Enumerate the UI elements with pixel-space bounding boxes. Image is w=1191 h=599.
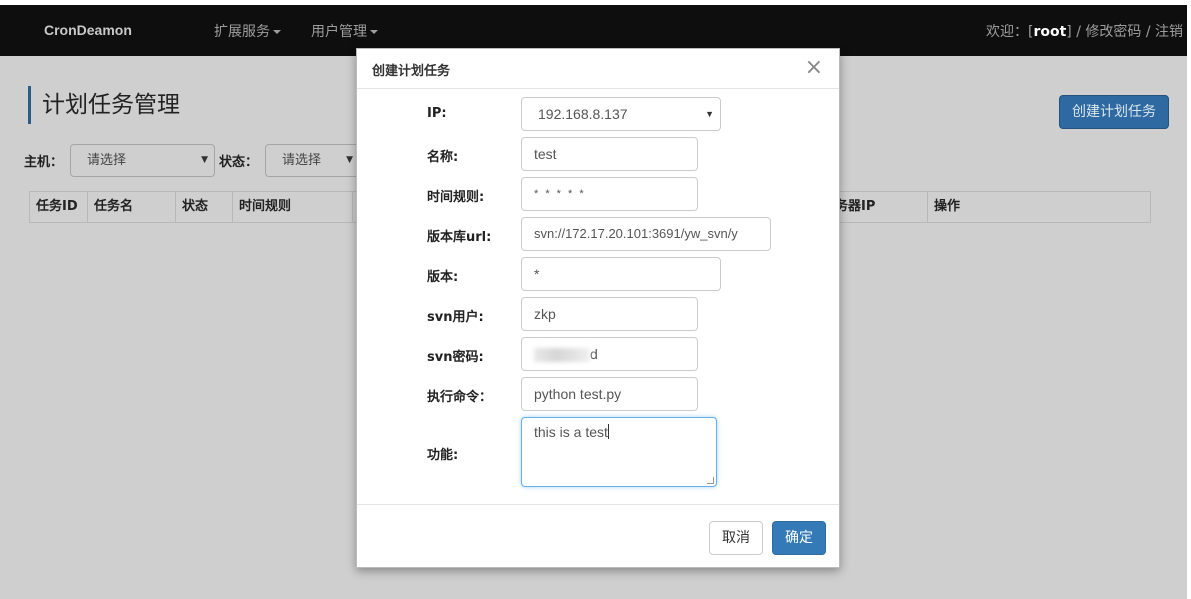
repo-url-input[interactable]: svn://172.17.20.101:3691/yw_svn/y	[521, 217, 771, 251]
version-label: 版本:	[427, 270, 459, 285]
repo-url-label: 版本库url:	[427, 230, 492, 245]
svn-password-label: svn密码:	[427, 350, 484, 365]
nav-extension-services[interactable]: 扩展服务	[214, 21, 281, 41]
column-header-task-name: 任务名	[88, 192, 176, 222]
column-header-server-ip: 务器IP	[835, 192, 928, 222]
svn-user-input[interactable]: zkp	[521, 297, 698, 331]
dialog-header: 创建计划任务 ×	[357, 49, 839, 89]
caret-down-icon	[273, 30, 281, 34]
create-task-dialog: 创建计划任务 × IP: 192.168.8.137 ▼ 名称: test 时间…	[356, 48, 840, 568]
separator: /	[1071, 24, 1086, 40]
function-textarea-value: this is a test	[534, 424, 608, 440]
cron-input[interactable]: * * * * *	[521, 177, 698, 211]
user-greeting: 欢迎：[root] / 修改密码 / 注销	[986, 21, 1183, 41]
dropdown-arrow-icon: ▼	[705, 109, 714, 119]
column-header-task-id: 任务ID	[30, 192, 88, 222]
cancel-button[interactable]: 取消	[709, 521, 763, 555]
host-filter-select[interactable]: 请选择 ▼	[70, 144, 215, 177]
cron-label: 时间规则:	[427, 190, 485, 205]
svn-password-input[interactable]: d	[521, 337, 698, 371]
dropdown-arrow-icon: ▼	[346, 155, 353, 165]
text-cursor	[607, 424, 609, 439]
name-label: 名称:	[427, 150, 459, 165]
column-header-status: 状态	[176, 192, 233, 222]
page-title: 计划任务管理	[28, 86, 180, 124]
logout-link[interactable]: 注销	[1155, 24, 1183, 40]
status-filter-select[interactable]: 请选择 ▼	[265, 144, 360, 177]
function-textarea[interactable]: this is a test	[521, 417, 717, 487]
welcome-prefix: 欢迎：[	[985, 24, 1034, 40]
ip-select-value: 192.168.8.137	[538, 106, 628, 122]
dialog-title: 创建计划任务	[372, 64, 451, 79]
dialog-footer: 取消 确定	[357, 504, 839, 568]
username: root	[1033, 24, 1067, 40]
status-filter-value: 请选择	[282, 153, 322, 168]
function-label: 功能:	[427, 448, 459, 463]
separator: /	[1141, 24, 1155, 40]
create-task-button[interactable]: 创建计划任务	[1059, 95, 1169, 129]
change-password-link[interactable]: 修改密码	[1085, 24, 1141, 40]
status-filter-label: 状态：	[219, 155, 259, 170]
brand-logo[interactable]: CronDeamon	[44, 22, 132, 38]
nav-extension-services-label: 扩展服务	[214, 24, 270, 40]
command-input[interactable]: python test.py	[521, 377, 698, 411]
ip-label: IP:	[427, 106, 447, 121]
svn-user-label: svn用户:	[427, 310, 484, 325]
column-header-actions: 操作	[934, 199, 961, 214]
command-label: 执行命令：	[427, 390, 493, 405]
nav-user-management[interactable]: 用户管理	[311, 21, 378, 41]
name-input[interactable]: test	[521, 137, 698, 171]
dropdown-arrow-icon: ▼	[201, 155, 208, 165]
confirm-button[interactable]: 确定	[772, 521, 826, 555]
column-header-time-rule: 时间规则	[233, 192, 353, 222]
nav-user-management-label: 用户管理	[311, 24, 367, 40]
version-input[interactable]: *	[521, 257, 721, 291]
host-filter-value: 请选择	[87, 153, 127, 168]
svn-password-visible-tail: d	[590, 346, 598, 362]
close-icon[interactable]: ×	[805, 57, 823, 79]
resize-grip-icon[interactable]	[707, 477, 714, 484]
ip-select[interactable]: 192.168.8.137 ▼	[521, 97, 721, 131]
host-filter-label: 主机：	[24, 155, 64, 170]
redacted-blur	[534, 348, 590, 363]
caret-down-icon	[370, 30, 378, 34]
window-right-edge	[1187, 0, 1191, 599]
